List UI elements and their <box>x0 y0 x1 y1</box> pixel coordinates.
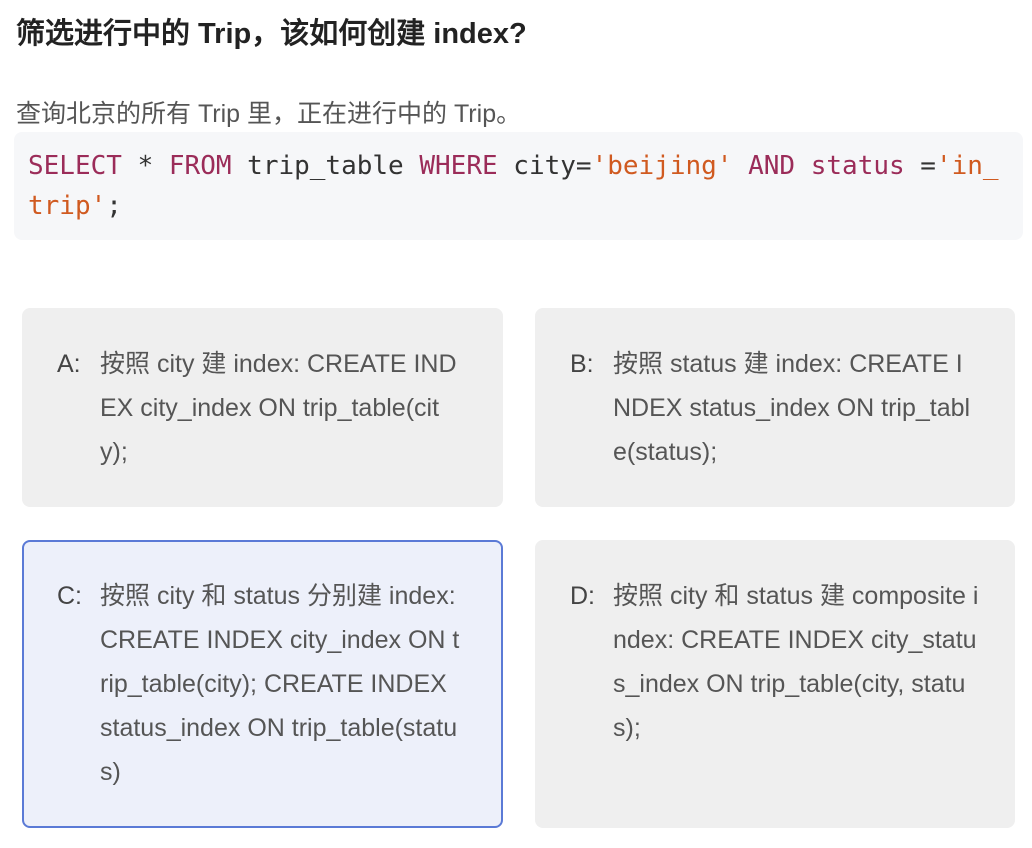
code-text: * <box>121 151 169 181</box>
option-label: B: <box>570 350 594 378</box>
option-text: 按照 city 和 status 建 composite index: CREA… <box>613 582 979 742</box>
code-block: SELECT * FROM trip_table WHERE city='bei… <box>14 132 1023 240</box>
code-text: ; <box>106 191 122 221</box>
code-keyword: status <box>810 151 905 181</box>
code-text: trip_table <box>231 151 420 181</box>
option-text: 按照 city 和 status 分别建 index: CREATE INDEX… <box>100 582 460 786</box>
option-c[interactable]: C: 按照 city 和 status 分别建 index: CREATE IN… <box>22 540 503 828</box>
code-keyword: FROM <box>168 151 232 181</box>
option-d[interactable]: D: 按照 city 和 status 建 composite index: C… <box>535 540 1015 828</box>
code-text: city= <box>497 151 592 181</box>
question-title: 筛选进行中的 Trip，该如何创建 index? <box>16 18 527 50</box>
option-text: 按照 city 建 index: CREATE INDEX city_index… <box>100 350 457 466</box>
option-a[interactable]: A: 按照 city 建 index: CREATE INDEX city_in… <box>22 308 503 507</box>
code-keyword: AND <box>748 151 796 181</box>
option-label: D: <box>570 582 595 610</box>
option-label: A: <box>57 350 81 378</box>
option-b[interactable]: B: 按照 status 建 index: CREATE INDEX statu… <box>535 308 1015 507</box>
code-keyword: SELECT <box>28 151 122 181</box>
code-keyword: WHERE <box>419 151 498 181</box>
code-string: 'beijing' <box>591 151 733 181</box>
question-description: 查询北京的所有 Trip 里，正在进行中的 Trip。 <box>16 100 522 128</box>
option-label: C: <box>57 582 82 610</box>
code-text: = <box>904 151 936 181</box>
option-text: 按照 status 建 index: CREATE INDEX status_i… <box>613 350 971 466</box>
